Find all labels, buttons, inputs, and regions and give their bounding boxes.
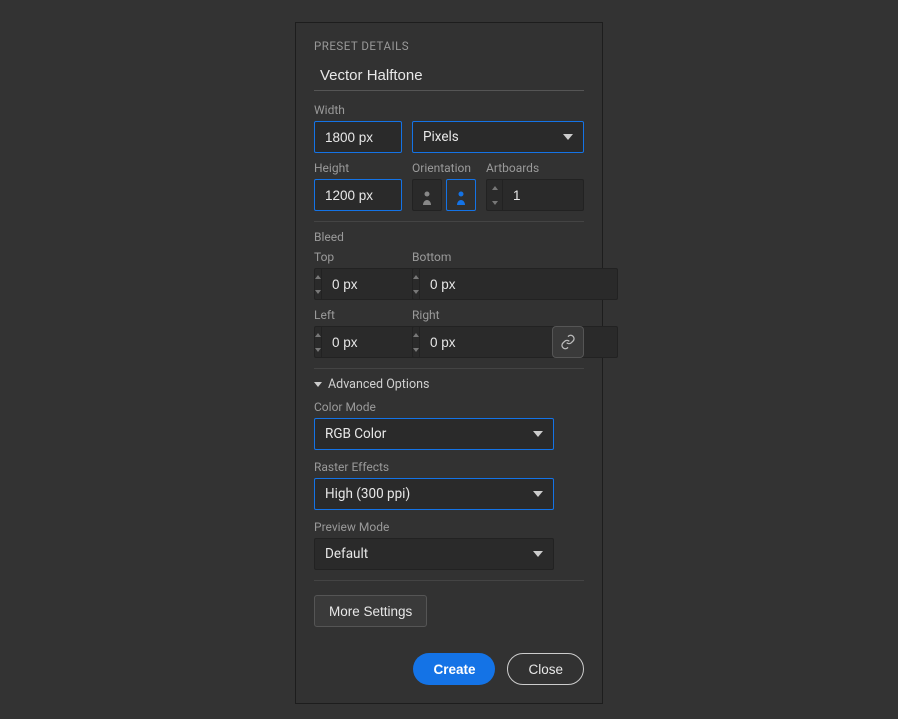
bleed-left-label: Left: [314, 308, 402, 322]
bleed-top-stepper[interactable]: [314, 268, 402, 300]
bleed-right-input[interactable]: [419, 326, 618, 358]
preview-mode-value: Default: [325, 546, 368, 562]
bleed-bottom-stepper[interactable]: [412, 268, 500, 300]
more-settings-button[interactable]: More Settings: [314, 595, 427, 627]
width-input[interactable]: [314, 121, 402, 153]
bleed-right-label: Right: [412, 308, 500, 322]
advanced-options-label: Advanced Options: [328, 377, 429, 392]
close-button[interactable]: Close: [507, 653, 584, 685]
raster-effects-value: High (300 ppi): [325, 486, 410, 502]
width-label: Width: [314, 103, 402, 117]
divider: [314, 580, 584, 581]
artboards-label: Artboards: [486, 161, 584, 175]
create-button[interactable]: Create: [413, 653, 495, 685]
preset-details-panel: PRESET DETAILS Width . Pixels Height Ori…: [295, 22, 603, 704]
bleed-label: Bleed: [314, 230, 584, 244]
color-mode-select[interactable]: RGB Color: [314, 418, 554, 450]
height-input[interactable]: [314, 179, 402, 211]
orientation-portrait-button[interactable]: [412, 179, 442, 211]
link-icon: [560, 334, 576, 350]
artboards-spin-buttons[interactable]: [486, 179, 502, 211]
bleed-top-label: Top: [314, 250, 402, 264]
color-mode-value: RGB Color: [325, 426, 386, 442]
person-portrait-icon: [421, 190, 433, 206]
orientation-landscape-button[interactable]: [446, 179, 476, 211]
orientation-label: Orientation: [412, 161, 476, 175]
preset-name-input[interactable]: [314, 63, 584, 91]
person-landscape-icon: [455, 190, 467, 206]
advanced-options-toggle[interactable]: Advanced Options: [314, 377, 584, 392]
bleed-right-stepper[interactable]: [412, 326, 500, 358]
bleed-bottom-label: Bottom: [412, 250, 500, 264]
artboards-stepper[interactable]: [486, 179, 584, 211]
panel-title: PRESET DETAILS: [314, 39, 584, 53]
units-select[interactable]: Pixels: [412, 121, 584, 153]
preview-mode-select[interactable]: Default: [314, 538, 554, 570]
units-value: Pixels: [423, 129, 459, 145]
raster-effects-select[interactable]: High (300 ppi): [314, 478, 554, 510]
height-label: Height: [314, 161, 402, 175]
divider: [314, 368, 584, 369]
raster-effects-label: Raster Effects: [314, 460, 584, 474]
bleed-left-stepper[interactable]: [314, 326, 402, 358]
preview-mode-label: Preview Mode: [314, 520, 584, 534]
link-bleed-button[interactable]: [552, 326, 584, 358]
divider: [314, 221, 584, 222]
color-mode-label: Color Mode: [314, 400, 584, 414]
artboards-input[interactable]: [502, 179, 584, 211]
bleed-bottom-input[interactable]: [419, 268, 618, 300]
